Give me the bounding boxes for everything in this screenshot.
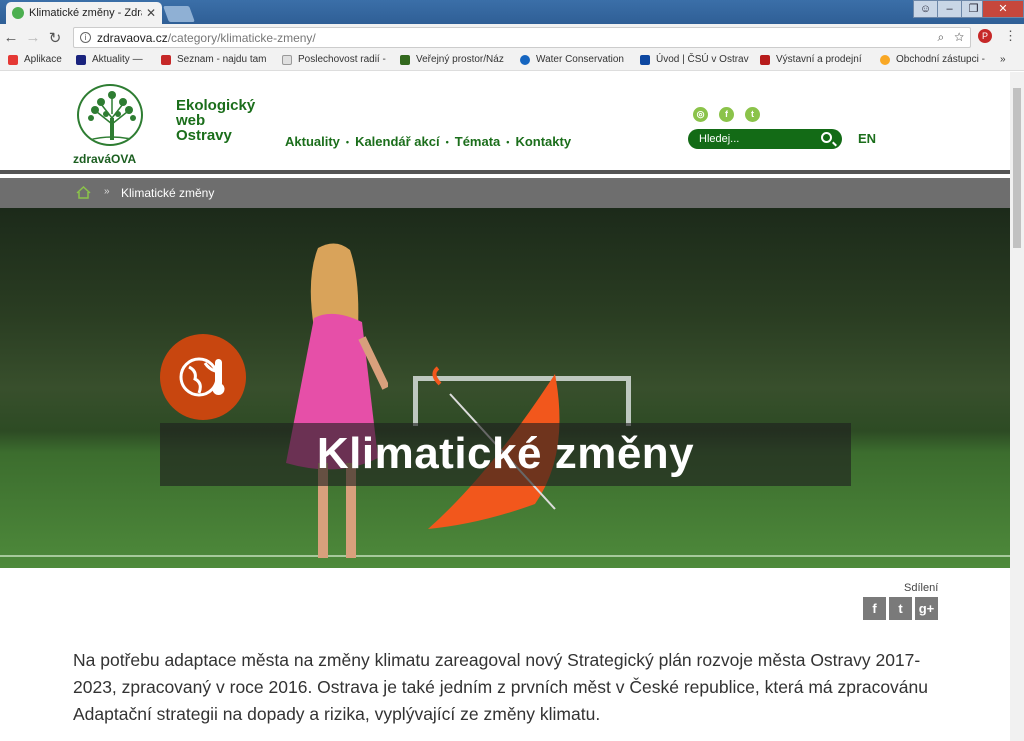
bookmark-item[interactable]: Seznam - najdu tam: [161, 54, 267, 65]
hero-title-box: Klimatické změny: [160, 423, 851, 486]
bookmark-item[interactable]: Výstavní a prodejní: [760, 54, 862, 65]
share-twitter-button[interactable]: t: [889, 597, 912, 620]
site-header: zdraváOVA Ekologický web Ostravy Aktuali…: [0, 72, 1010, 174]
breadcrumb-current: Klimatické změny: [121, 186, 215, 200]
share-googleplus-button[interactable]: g+: [915, 597, 938, 620]
language-switch[interactable]: EN: [858, 131, 876, 146]
nav-item-temata[interactable]: Témata: [455, 134, 501, 149]
nav-separator: •: [445, 136, 449, 147]
bookmark-item[interactable]: Aplikace: [8, 54, 62, 65]
minimize-button[interactable]: –: [937, 0, 962, 18]
browser-tabbar: Klimatické změny - Zdrav ✕ ☺ – ❐ ✕: [0, 0, 1024, 24]
home-icon[interactable]: [76, 186, 91, 199]
url-path: /category/klimaticke-zmeny/: [167, 30, 316, 45]
instagram-icon[interactable]: ◎: [693, 107, 708, 122]
scrollbar-thumb[interactable]: [1013, 88, 1021, 248]
back-icon[interactable]: ←: [0, 29, 22, 46]
omnibox-actions: ⌕ ☆: [937, 30, 964, 45]
reload-icon[interactable]: ↻: [44, 29, 66, 47]
address-bar[interactable]: i zdravaova.cz /category/klimaticke-zmen…: [73, 27, 971, 48]
close-tab-icon[interactable]: ✕: [146, 6, 156, 20]
nav-separator: •: [345, 136, 350, 147]
field-line: [0, 555, 1010, 557]
browser-tab-active[interactable]: Klimatické změny - Zdrav ✕: [6, 2, 162, 24]
site-title-line: web: [176, 112, 206, 129]
search-icon[interactable]: [821, 132, 832, 143]
bookmark-star-icon[interactable]: ☆: [954, 30, 964, 44]
page-scrollbar[interactable]: [1010, 72, 1024, 741]
aktuality-icon: [76, 54, 86, 65]
user-icon[interactable]: ☺: [913, 0, 938, 18]
hero-title: Klimatické změny: [316, 429, 695, 478]
bookmark-item[interactable]: Obchodní zástupci -: [880, 54, 985, 65]
nav-separator: •: [506, 136, 510, 147]
bookmark-item[interactable]: Úvod | ČSÚ v Ostrav: [640, 54, 749, 65]
site-title[interactable]: Ekologický web Ostravy: [176, 98, 255, 143]
water-icon: [520, 54, 530, 65]
browser-toolbar: ← → ↻ i zdravaova.cz /category/klimatick…: [0, 24, 1024, 51]
bookmarks-bar: Aplikace Aktuality — Seznam - najdu tam …: [0, 51, 1024, 71]
bookmark-item[interactable]: Aktuality —: [76, 54, 143, 65]
forward-icon[interactable]: →: [22, 29, 44, 46]
climate-thermometer-icon: [160, 334, 246, 420]
close-window-button[interactable]: ✕: [982, 0, 1024, 18]
new-tab-button[interactable]: [163, 6, 195, 22]
browser-menu-icon[interactable]: ⋮: [1004, 28, 1017, 44]
seznam-icon: [161, 54, 171, 65]
logo-text[interactable]: zdraváOVA: [73, 152, 136, 166]
zoom-icon[interactable]: ⌕: [937, 30, 944, 44]
csu-icon: [640, 54, 650, 65]
bookmark-item[interactable]: Veřejný prostor/Náz: [400, 54, 504, 65]
pinterest-extension-icon[interactable]: P: [978, 29, 992, 43]
hero-banner: Klimatické změny: [0, 208, 1010, 568]
nav-item-aktuality[interactable]: Aktuality: [285, 134, 340, 149]
intro-paragraph: Na potřebu adaptace města na změny klima…: [73, 650, 928, 724]
twitter-icon[interactable]: t: [745, 107, 760, 122]
web-page: zdraváOVA Ekologický web Ostravy Aktuali…: [0, 72, 1010, 741]
search-input[interactable]: Hledej...: [688, 129, 842, 149]
tab-title: Klimatické změny - Zdrav: [29, 7, 142, 19]
bookmarks-overflow-icon[interactable]: »: [1000, 54, 1006, 65]
nav-item-kontakty[interactable]: Kontakty: [515, 134, 571, 149]
search-placeholder: Hledej...: [699, 133, 740, 145]
bookmark-item[interactable]: Water Conservation: [520, 54, 624, 65]
facebook-icon[interactable]: f: [719, 107, 734, 122]
site-favicon-icon: [12, 7, 24, 19]
site-info-icon[interactable]: i: [80, 32, 91, 43]
main-navigation: Aktuality • Kalendář akcí • Témata • Kon…: [285, 134, 571, 149]
url-domain: zdravaova.cz: [97, 30, 168, 45]
nav-item-kalendar[interactable]: Kalendář akcí: [355, 134, 440, 149]
girl-figure-image: [286, 243, 388, 558]
site-title-line: Ostravy: [176, 127, 232, 144]
expo-icon: [760, 54, 770, 65]
site-title-line: Ekologický: [176, 97, 256, 114]
logo-tree-icon[interactable]: [77, 84, 143, 146]
share-facebook-button[interactable]: f: [863, 597, 886, 620]
share-label: Sdílení: [904, 582, 939, 594]
breadcrumb: » Klimatické změny: [0, 178, 1010, 208]
bookmark-item[interactable]: Poslechovost radií -: [282, 54, 386, 65]
page-icon: [282, 54, 292, 65]
sales-icon: [880, 54, 890, 65]
breadcrumb-separator: »: [104, 186, 110, 197]
house-icon: [400, 54, 410, 65]
apps-icon: [8, 54, 18, 65]
